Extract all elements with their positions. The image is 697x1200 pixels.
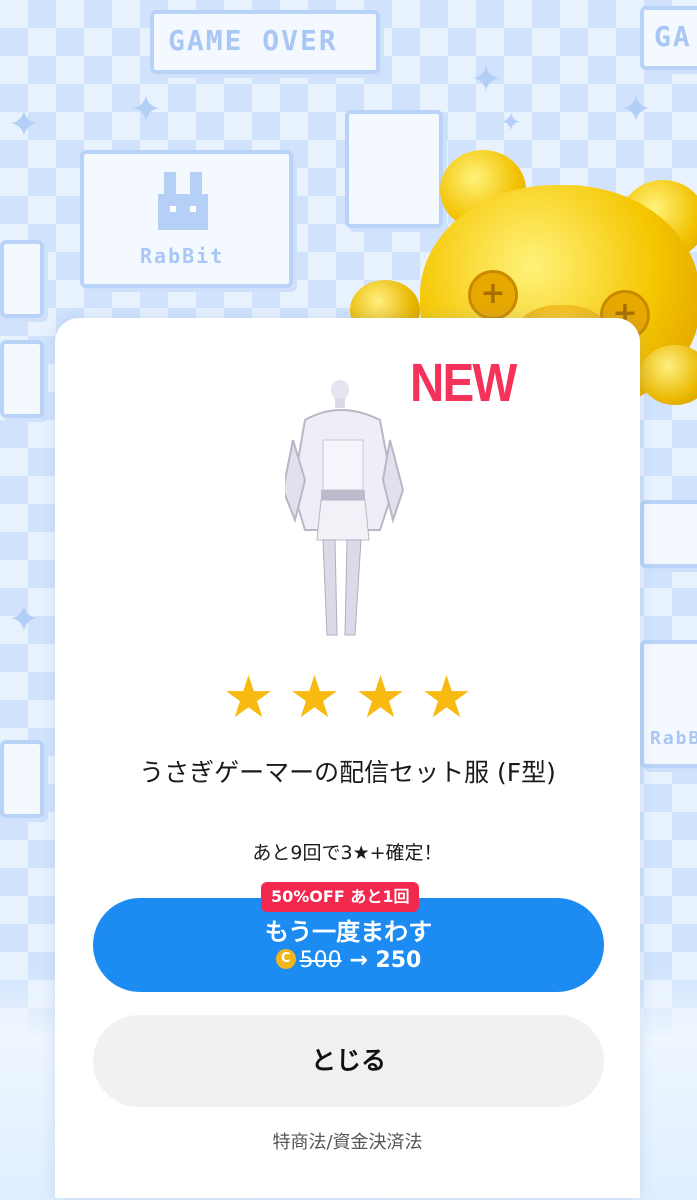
star-icon: ★ [288, 663, 341, 731]
star-icon: ★ [420, 663, 473, 731]
new-price: 250 [375, 948, 422, 973]
rabbit-label-2: RabBit [650, 728, 697, 749]
game-over-text: GAME OVER [168, 24, 338, 57]
rabbit-window: RabBit [80, 150, 293, 288]
rarity-stars: ★ ★ ★ ★ [55, 668, 640, 726]
sparkle-icon: ✦ [500, 108, 522, 138]
gacha-result-modal: NEW ★ ★ ★ ★ うさぎゲーマーの配信セット服 (F型) あと9回で3★+確定！… [55, 318, 640, 1198]
sparkle-icon: ✦ [470, 57, 502, 101]
sparkle-icon: ✦ [8, 102, 40, 146]
side-tile-1 [0, 240, 44, 318]
side-tile-2 [0, 340, 44, 418]
rabbit-label: RabBit [140, 244, 225, 268]
discount-badge: 50%OFF あと1回 [261, 882, 420, 912]
new-badge: NEW [410, 353, 517, 413]
rabbit-icon [158, 172, 208, 230]
guarantee-text: あと9回で3★+確定！ [252, 842, 443, 864]
close-button[interactable]: とじる [93, 1015, 604, 1107]
spin-again-label: もう一度まわす [264, 918, 433, 946]
game-over-partial-text: GA [654, 20, 692, 53]
side-tile-4 [640, 500, 697, 568]
arrow-icon: → [349, 948, 368, 973]
outfit-preview-image [285, 380, 405, 636]
game-over-sign-partial: GA [640, 6, 697, 70]
bear-paw-right [640, 345, 697, 405]
coin-icon: C [275, 949, 296, 969]
sparkle-icon: ✦ [130, 87, 162, 131]
sparkle-icon: ✦ [620, 87, 652, 131]
price-row: C 500 → 250 [93, 948, 604, 973]
sparkle-icon: ✦ [8, 597, 40, 641]
spin-again-button[interactable]: もう一度まわす C 500 → 250 [93, 898, 604, 992]
old-price: 500 [299, 948, 342, 973]
side-tile-3 [0, 740, 44, 818]
rabbit-window-right: RabBit [640, 640, 697, 768]
item-name: うさぎゲーマーの配信セット服 (F型) [139, 758, 556, 787]
legal-link[interactable]: 特商法/資金決済法 [55, 1128, 640, 1154]
bear-eye-icon: + [468, 270, 518, 320]
game-over-sign: GAME OVER [150, 10, 380, 74]
star-icon: ★ [354, 663, 407, 731]
star-icon: ★ [222, 663, 275, 731]
